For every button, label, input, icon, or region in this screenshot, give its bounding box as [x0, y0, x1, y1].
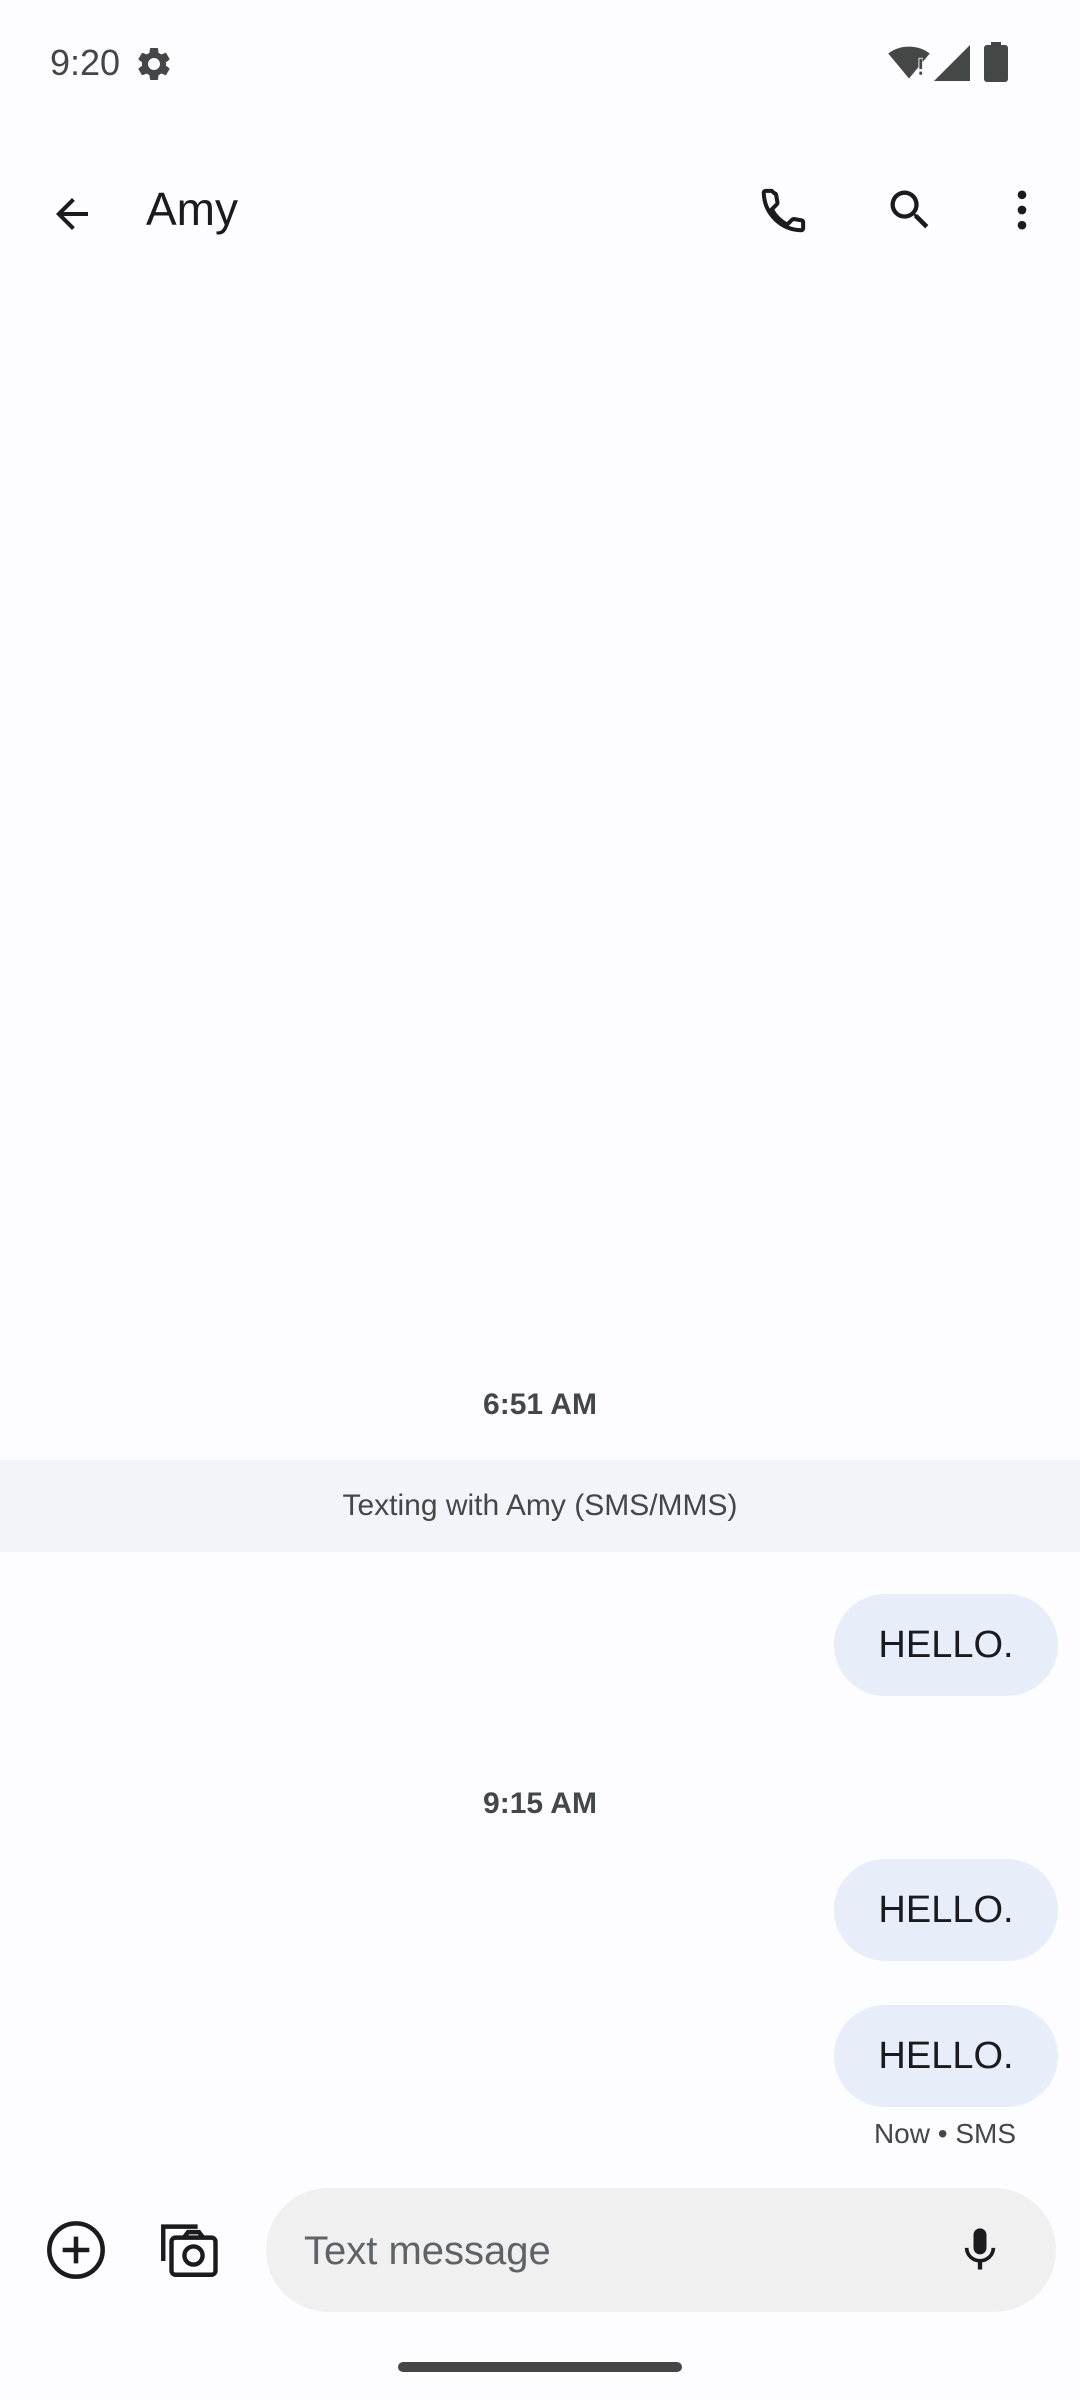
status-time: 9:20 [50, 42, 121, 83]
attach-button[interactable] [40, 2214, 112, 2286]
sms-mms-banner: Texting with Amy (SMS/MMS) [0, 1460, 1080, 1552]
message-timestamp: 6:51 AM [483, 1388, 597, 1421]
search-button[interactable] [874, 174, 946, 246]
wifi-icon [888, 46, 930, 79]
compose-field [266, 2188, 1056, 2314]
message-status: Now • SMS [873, 2118, 1016, 2149]
camera-button[interactable] [150, 2212, 226, 2288]
more-options-button[interactable] [986, 174, 1058, 246]
gesture-nav-handle[interactable] [398, 2362, 682, 2372]
gear-icon [138, 47, 170, 80]
call-button[interactable] [748, 174, 820, 246]
messages-screen: 9:20 Amy 6:51 AM Texting with Amy (SMS/M… [0, 0, 1080, 2400]
text-message-input[interactable] [302, 2188, 906, 2314]
signal-icon [934, 45, 970, 81]
outgoing-message-bubble[interactable]: HELLO. [834, 1594, 1058, 1696]
add-circle-icon [47, 2221, 105, 2279]
status-bar: 9:20 [0, 0, 1080, 130]
message-timestamp: 9:15 AM [483, 1787, 597, 1820]
outgoing-message-bubble[interactable]: HELLO. [834, 2005, 1058, 2107]
more-vert-icon [1017, 190, 1027, 230]
camera-icon [161, 2224, 218, 2277]
outgoing-message-bubble[interactable]: HELLO. [834, 1859, 1058, 1961]
battery-icon [984, 42, 1008, 82]
voice-input-button[interactable] [944, 2214, 1016, 2286]
back-arrow-icon [56, 198, 88, 230]
phone-icon [761, 188, 806, 233]
mic-icon [964, 2228, 996, 2270]
app-bar: Amy [0, 150, 1080, 270]
back-button[interactable] [36, 178, 108, 250]
conversation-title: Amy [146, 183, 238, 235]
search-icon [890, 190, 929, 229]
